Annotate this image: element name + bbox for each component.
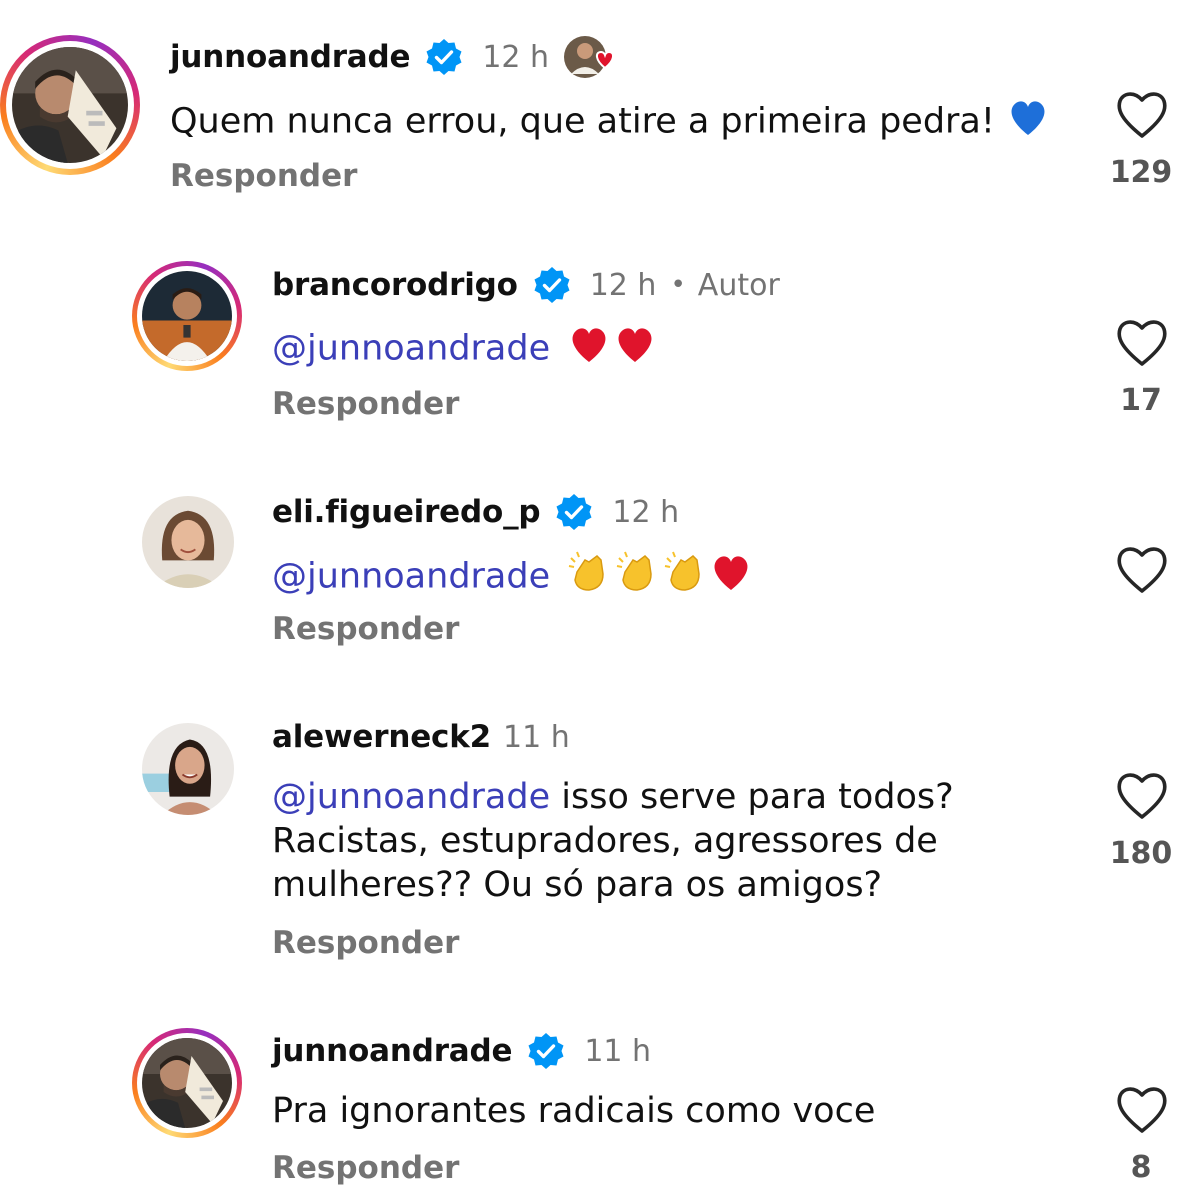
avatar-photo-junnoandrade xyxy=(12,47,128,163)
mention-link[interactable]: @junnoandrade xyxy=(272,777,550,817)
comment-text-line: Racistas, estupradores, agressores de xyxy=(272,821,938,861)
avatar[interactable] xyxy=(0,35,140,175)
red-heart-emoji xyxy=(709,552,753,603)
mention-link[interactable]: @junnoandrade xyxy=(272,329,550,369)
timestamp: 11 h xyxy=(502,719,570,755)
avatar-photo-eli-figueiredo xyxy=(142,496,234,588)
blue-heart-emoji xyxy=(1006,97,1050,148)
separator-dot: • xyxy=(670,270,686,300)
username[interactable]: brancorodrigo xyxy=(272,267,518,303)
timestamp: 12 h xyxy=(589,267,657,303)
reply-button[interactable]: Responder xyxy=(272,925,459,961)
like-heart-icon[interactable] xyxy=(1114,769,1170,821)
reply-button[interactable]: Responder xyxy=(272,386,459,422)
comment-text: @junnoandrade isso serve para todos? Rac… xyxy=(272,775,1072,907)
comment-text-line: isso serve para todos? xyxy=(561,777,954,817)
like-heart-icon[interactable] xyxy=(1114,543,1170,595)
avatar[interactable] xyxy=(132,1028,242,1138)
avatar[interactable] xyxy=(142,496,234,588)
comment-text-content: Quem nunca errou, que atire a primeira p… xyxy=(170,101,995,142)
clapping-hands-emoji xyxy=(663,550,707,605)
like-count: 8 xyxy=(1130,1150,1152,1185)
clapping-hands-emoji xyxy=(615,550,659,605)
username[interactable]: junnoandrade xyxy=(170,39,411,75)
username[interactable]: junnoandrade xyxy=(272,1033,513,1069)
avatar[interactable] xyxy=(142,723,234,815)
red-heart-emoji xyxy=(567,324,611,375)
like-count: 17 xyxy=(1120,383,1162,418)
verified-badge-icon xyxy=(424,37,464,77)
avatar-photo-alewerneck2 xyxy=(142,723,234,815)
comment-text: @junnoandrade xyxy=(272,324,1072,375)
clapping-hands-emoji xyxy=(567,550,611,605)
comment-text-line: mulheres?? Ou só para os amigos? xyxy=(272,865,883,905)
avatar-photo-junnoandrade xyxy=(142,1038,232,1128)
timestamp: 11 h xyxy=(584,1033,652,1069)
avatar-photo-brancorodrigo xyxy=(142,271,232,361)
like-count: 180 xyxy=(1109,836,1173,871)
timestamp: 12 h xyxy=(482,39,550,75)
like-heart-icon[interactable] xyxy=(1114,88,1170,140)
verified-badge-icon xyxy=(526,1031,566,1071)
verified-badge-icon xyxy=(554,492,594,532)
reply-button[interactable]: Responder xyxy=(272,1150,459,1186)
reply-button[interactable]: Responder xyxy=(170,158,357,194)
comment-text: @junnoandrade xyxy=(272,550,1072,605)
username[interactable]: eli.figueiredo_p xyxy=(272,494,541,530)
username[interactable]: alewerneck2 xyxy=(272,719,491,755)
mention-link[interactable]: @junnoandrade xyxy=(272,557,550,597)
red-heart-emoji xyxy=(613,324,657,375)
comment-item: junnoandrade 12 h Quem nunca errou, que … xyxy=(0,0,1200,220)
comment-text: Pra ignorantes radicais como voce xyxy=(272,1091,876,1131)
like-heart-icon[interactable] xyxy=(1114,1083,1170,1135)
like-count: 129 xyxy=(1109,155,1173,190)
author-label: Autor xyxy=(697,267,780,303)
timestamp: 12 h xyxy=(612,494,680,530)
avatar[interactable] xyxy=(132,261,242,371)
reply-button[interactable]: Responder xyxy=(272,611,459,647)
like-heart-icon[interactable] xyxy=(1114,316,1170,368)
comment-text: Quem nunca errou, que atire a primeira p… xyxy=(170,97,1070,148)
author-liked-heart-icon xyxy=(563,34,619,80)
verified-badge-icon xyxy=(532,265,572,305)
